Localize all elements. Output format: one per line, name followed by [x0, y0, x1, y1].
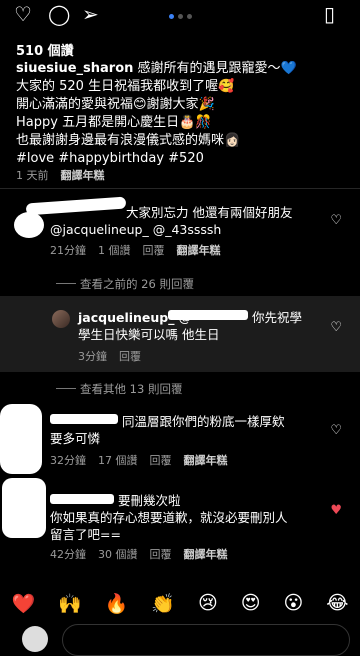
caption-hashtags[interactable]: #love #happybirthday #520	[16, 150, 346, 168]
reply-meta: 3分鐘 回覆	[78, 348, 153, 364]
comment-icon[interactable]: ◯	[48, 4, 70, 24]
translate-link[interactable]: 翻譯年糕	[184, 454, 228, 467]
carousel-dot	[178, 14, 183, 19]
emoji-crying[interactable]: 😢	[198, 592, 218, 614]
comment-mentions[interactable]: @jacquelineup_ @_43ssssh	[50, 221, 221, 238]
post-caption: siuesiue_sharon 感謝所有的遇見跟寵愛～💙 大家的 520 生日祝…	[16, 60, 346, 168]
translate-link[interactable]: 翻譯年糕	[177, 244, 221, 257]
comment-text: 要刪幾次啦	[118, 493, 181, 508]
translate-link[interactable]: 翻譯年糕	[61, 169, 105, 182]
comment-composer	[0, 620, 360, 656]
comment-like-heart-icon[interactable]: ♡	[330, 213, 342, 228]
reply-time: 3分鐘	[78, 350, 107, 363]
comment-meta: 42分鐘 30 個讚 回覆 翻譯年糕	[50, 546, 228, 562]
caption-line: 大家的 520 生日祝福我都收到了喔🥰	[16, 79, 235, 94]
emoji-fire[interactable]: 🔥	[105, 592, 129, 615]
reply-text: 學生日快樂可以嗎 他生日	[78, 327, 220, 342]
comment-input[interactable]	[62, 624, 350, 656]
comment-likes[interactable]: 17 個讚	[98, 454, 138, 467]
emoji-clapping[interactable]: 👏	[151, 592, 175, 615]
like-count[interactable]: 510 個讚	[16, 40, 74, 59]
reply-button[interactable]: 回覆	[150, 548, 172, 561]
reply-button[interactable]: 回覆	[150, 454, 172, 467]
divider	[0, 188, 360, 189]
reply-text: 你先祝學	[252, 310, 303, 325]
emoji-raised-hands[interactable]: 🙌	[58, 592, 82, 615]
emoji-heart-eyes[interactable]: 😍	[241, 592, 261, 614]
caption-line: 感謝所有的遇見跟寵愛～💙	[137, 61, 297, 76]
view-previous-replies[interactable]: 查看之前的 26 則回覆	[80, 276, 194, 292]
view-more-replies[interactable]: 查看其他 13 則回覆	[80, 381, 182, 397]
comment-meta: 21分鐘 1 個讚 回覆 翻譯年糕	[50, 242, 221, 258]
redaction-mark	[25, 196, 127, 216]
caption-line: Happy 五月都是開心慶生日🎂🎊	[16, 115, 212, 130]
redacted-avatar	[2, 478, 46, 538]
caption-line: 也最謝謝身邊最有浪漫儀式感的媽咪👩🏻	[16, 133, 241, 148]
redaction-mark	[168, 310, 248, 320]
caption-line: 開心滿滿的愛與祝福😊謝謝大家🎉	[16, 97, 215, 112]
emoji-laughing[interactable]: 😂	[326, 592, 348, 614]
avatar	[22, 626, 48, 652]
bookmark-icon[interactable]: ▯	[324, 4, 335, 24]
share-icon[interactable]: ➢	[82, 4, 99, 24]
comment-time: 21分鐘	[50, 244, 86, 257]
caption-meta: 1 天前 翻譯年糕	[16, 167, 105, 183]
comment-text: 要多可憐	[50, 431, 101, 446]
carousel-dot	[169, 14, 174, 19]
reply-like-heart-icon[interactable]: ♡	[330, 320, 342, 335]
emoji-surprised[interactable]: 😮	[284, 592, 304, 614]
reply-button[interactable]: 回覆	[119, 350, 141, 363]
redacted-avatar	[14, 212, 44, 238]
translate-link[interactable]: 翻譯年糕	[184, 548, 228, 561]
emoji-red-heart[interactable]: ❤️	[11, 592, 35, 615]
thread-line	[56, 388, 76, 389]
comment-like-heart-icon[interactable]: ♡	[330, 423, 342, 438]
comment-meta: 32分鐘 17 個讚 回覆 翻譯年糕	[50, 452, 228, 468]
comment-liked-heart-icon[interactable]: ♥	[330, 503, 342, 518]
heart-outline-icon[interactable]: ♡	[14, 4, 32, 24]
redacted-avatar	[0, 404, 42, 474]
thread-line	[56, 283, 76, 284]
redaction-mark	[50, 494, 114, 504]
comment-time: 42分鐘	[50, 548, 86, 561]
post-action-bar: ♡ ◯ ➢ ▯	[0, 0, 360, 30]
post-time: 1 天前	[16, 169, 49, 182]
comment-text: 留言了吧==	[50, 527, 121, 542]
comment-time: 32分鐘	[50, 454, 86, 467]
carousel-indicator	[169, 14, 192, 19]
comment-likes[interactable]: 1 個讚	[98, 244, 131, 257]
reply-button[interactable]: 回覆	[143, 244, 165, 257]
comment-text: 大家別忘力 他還有兩個好朋友	[126, 205, 293, 220]
reply-username[interactable]: jacquelineup_	[78, 310, 175, 325]
comment-likes[interactable]: 30 個讚	[98, 548, 138, 561]
redaction-mark	[50, 414, 118, 424]
comment-text: 同溫層跟你們的粉底一樣厚欸	[122, 414, 285, 429]
emoji-quick-reactions: ❤️ 🙌 🔥 👏 😢 😍 😮 😂	[0, 588, 360, 618]
avatar[interactable]	[52, 310, 70, 328]
caption-username[interactable]: siuesiue_sharon	[16, 61, 133, 76]
carousel-dot	[187, 14, 192, 19]
comment-text: 你如果真的存心想要道歉，就沒必要刪別人	[50, 510, 288, 525]
